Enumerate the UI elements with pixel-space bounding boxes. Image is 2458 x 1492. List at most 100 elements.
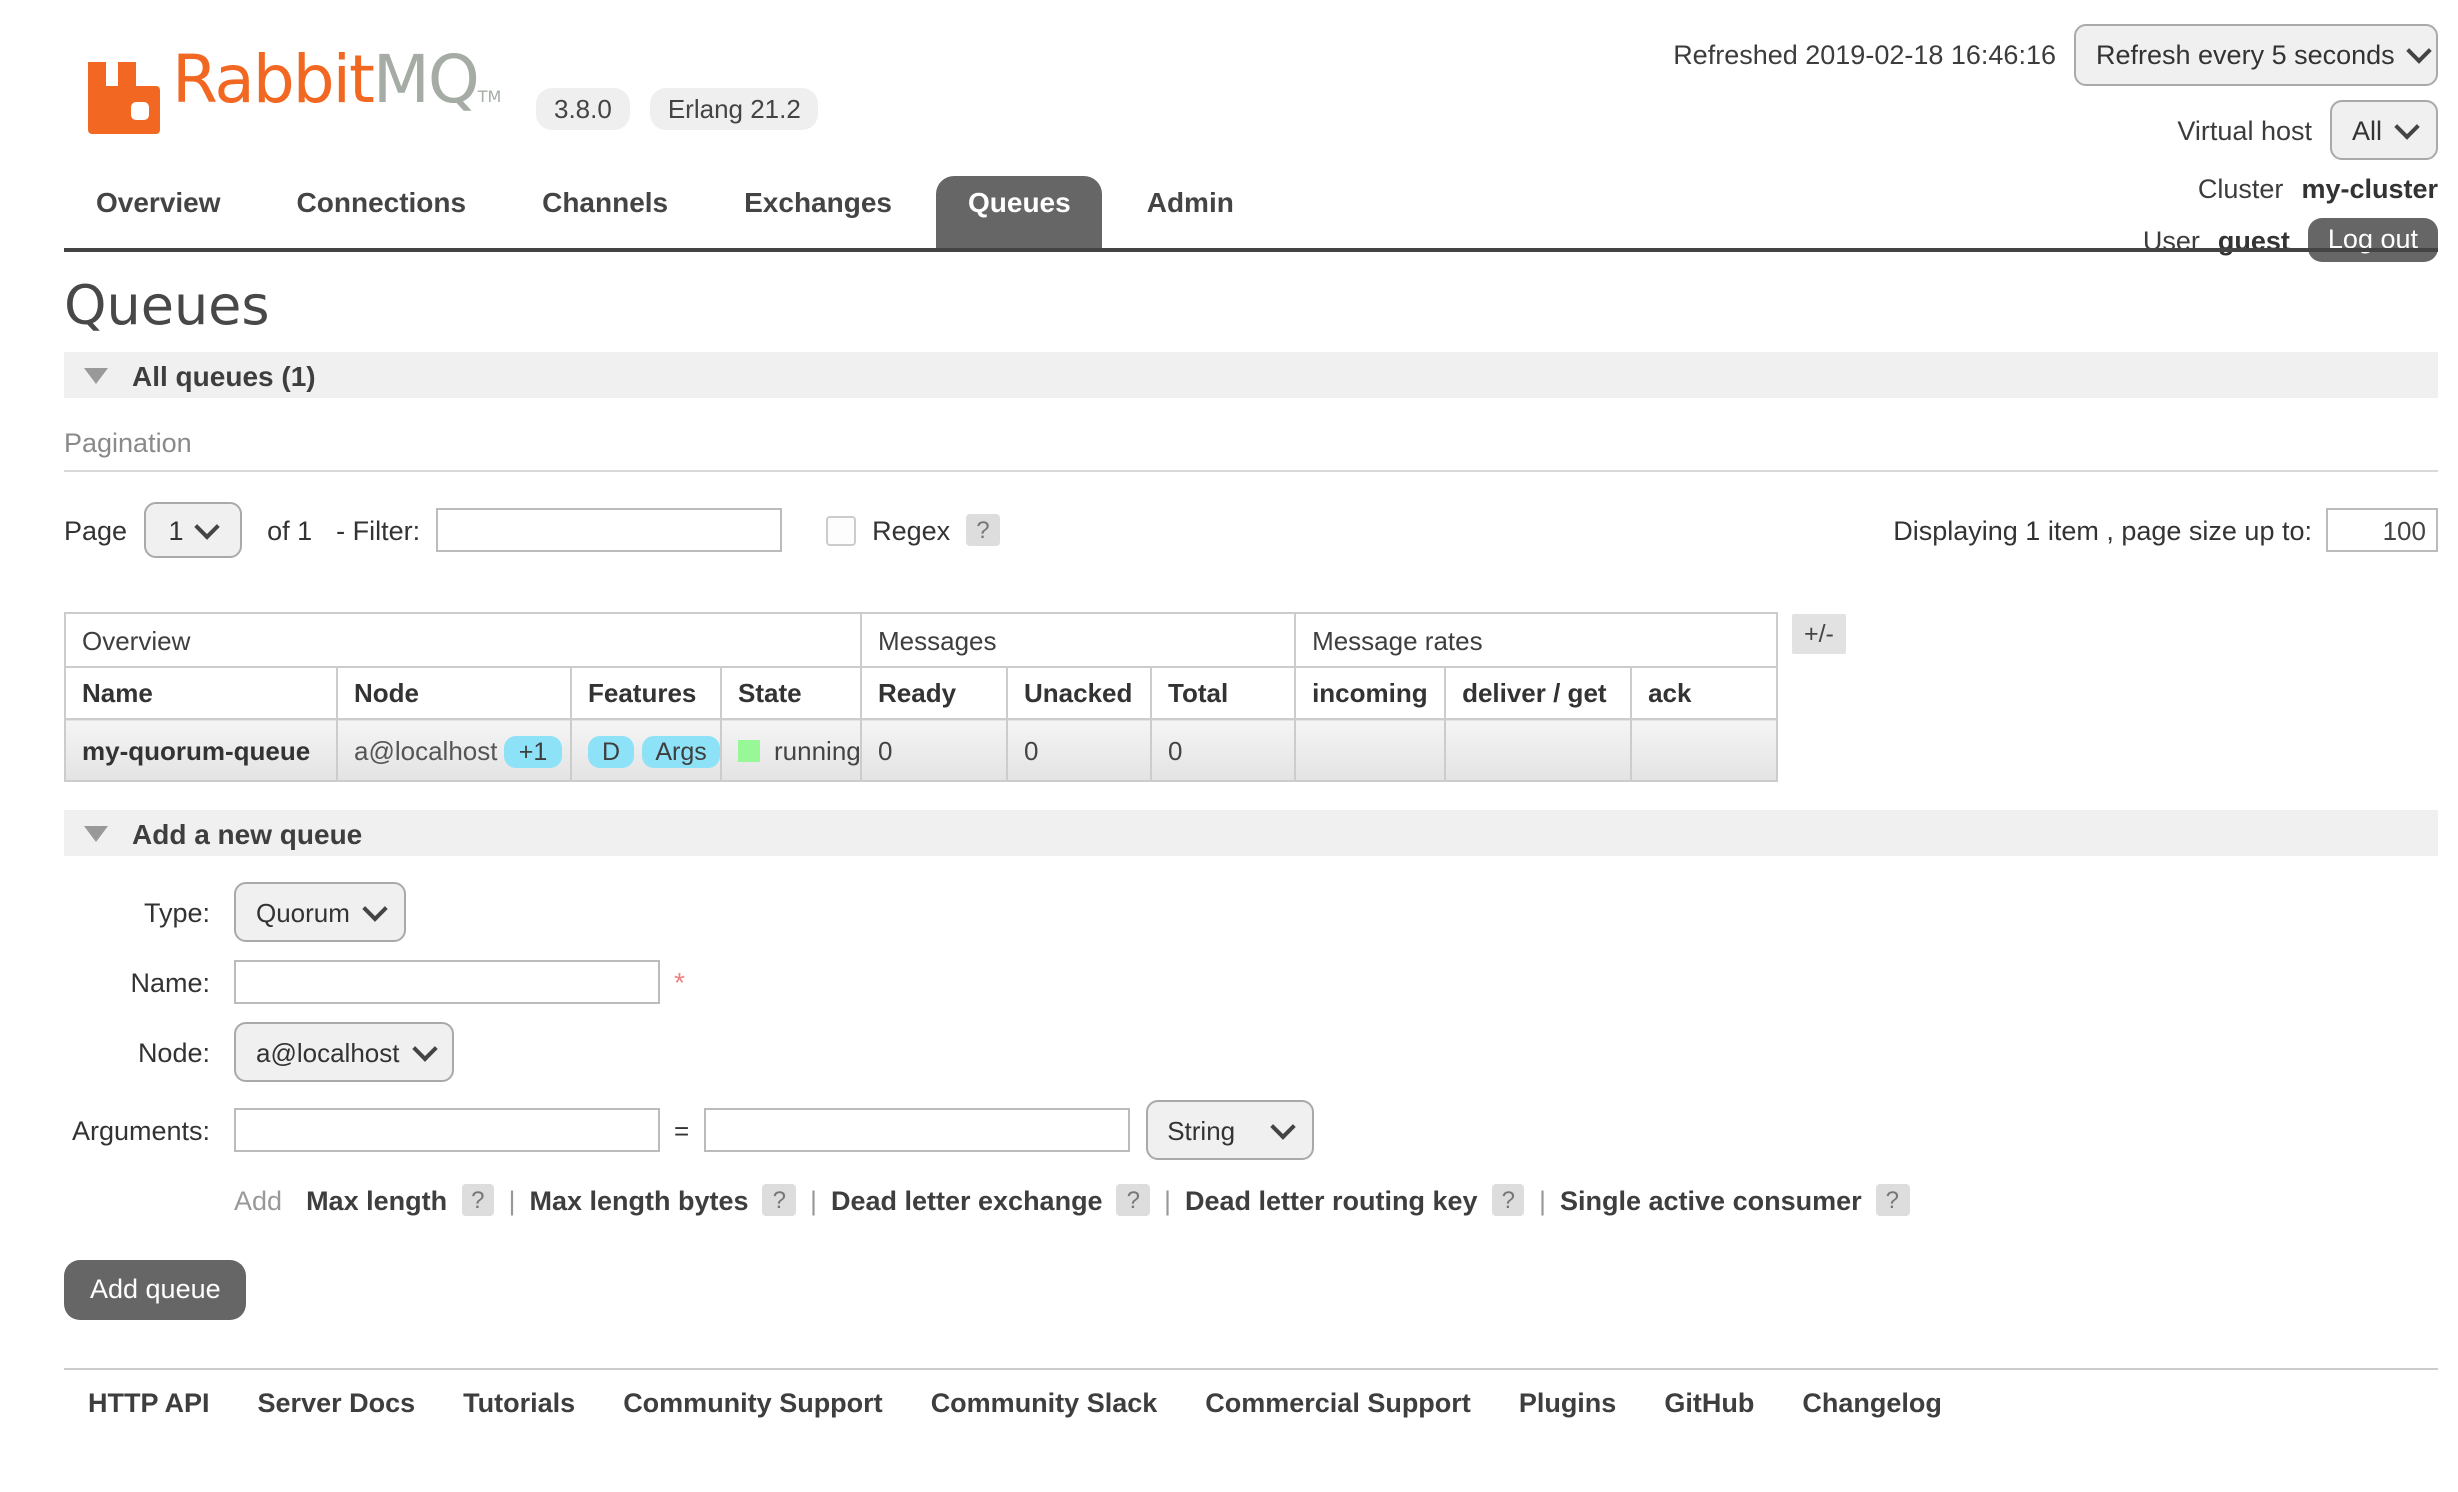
max-length-bytes-help-badge[interactable]: ? [763, 1184, 796, 1216]
col-header-unacked: Unacked [1007, 667, 1151, 719]
main-nav: Overview Connections Channels Exchanges … [64, 176, 1266, 234]
all-queues-section-title: All queues (1) [132, 359, 316, 391]
footer-links: HTTP API Server Docs Tutorials Community… [88, 1388, 2438, 1418]
chevron-down-icon [412, 1035, 437, 1060]
shortcut-single-active-consumer[interactable]: Single active consumer [1560, 1185, 1862, 1215]
brand-wordmark: RabbitMQTM [172, 44, 501, 134]
node-name: a@localhost [354, 735, 498, 765]
regex-help-badge[interactable]: ? [966, 514, 999, 546]
col-header-node: Node [337, 667, 571, 719]
refreshed-timestamp: Refreshed 2019-02-18 16:46:16 [1673, 40, 2056, 70]
rabbitmq-logo[interactable]: RabbitMQTM [88, 44, 501, 134]
arguments-row: Arguments: = String [64, 1100, 2438, 1160]
feature-args-badge[interactable]: Args [641, 735, 720, 767]
type-label: Type: [64, 897, 210, 927]
cluster-name: my-cluster [2301, 174, 2438, 204]
cell-ready: 0 [861, 719, 1007, 781]
shortcut-dead-letter-exchange[interactable]: Dead letter exchange [831, 1185, 1103, 1215]
dead-letter-routing-key-help-badge[interactable]: ? [1492, 1184, 1525, 1216]
regex-checkbox[interactable] [826, 515, 856, 545]
queue-name-link[interactable]: my-quorum-queue [82, 735, 310, 765]
add-queue-button[interactable]: Add queue [64, 1260, 247, 1320]
chevron-down-icon [194, 513, 219, 538]
footer-link-changelog[interactable]: Changelog [1802, 1388, 1942, 1418]
queue-type-select[interactable]: Quorum [234, 882, 406, 942]
brand-rabbit: Rabbit [172, 40, 373, 118]
cell-total: 0 [1151, 719, 1295, 781]
col-header-state: State [721, 667, 861, 719]
single-active-consumer-help-badge[interactable]: ? [1876, 1184, 1909, 1216]
page-select[interactable]: 1 [143, 502, 241, 558]
brand-mq: MQ [373, 40, 478, 118]
nav-tab-channels[interactable]: Channels [510, 176, 700, 234]
nav-tab-queues[interactable]: Queues [936, 176, 1103, 248]
section-collapse-icon [84, 367, 108, 383]
cell-deliver-get [1445, 719, 1631, 781]
virtual-host-value: All [2352, 115, 2382, 145]
rabbitmq-management-page: RabbitMQTM 3.8.0 Erlang 21.2 Refreshed 2… [0, 0, 2458, 1492]
version-badge: 3.8.0 [536, 88, 630, 130]
footer-link-server-docs[interactable]: Server Docs [258, 1388, 416, 1418]
refresh-interval-value: Refresh every 5 seconds [2096, 40, 2395, 70]
refresh-interval-select[interactable]: Refresh every 5 seconds [2074, 24, 2438, 86]
argument-type-select[interactable]: String [1145, 1100, 1313, 1160]
virtual-host-row: Virtual host All [2177, 100, 2438, 160]
page-size-input[interactable] [2326, 508, 2438, 552]
user-row: User guest Log out [2143, 218, 2438, 262]
group-header-messages: Messages [861, 613, 1295, 667]
version-badges: 3.8.0 Erlang 21.2 [536, 88, 819, 130]
header-controls: Refreshed 2019-02-18 16:46:16 Refresh ev… [1673, 24, 2438, 262]
all-queues-section-header[interactable]: All queues (1) [64, 352, 2438, 398]
col-header-incoming: incoming [1295, 667, 1445, 719]
nav-tab-connections[interactable]: Connections [265, 176, 499, 234]
state-text: running [774, 735, 861, 765]
cell-incoming [1295, 719, 1445, 781]
chevron-down-icon [362, 895, 387, 920]
node-row: Node: a@localhost [64, 1022, 2438, 1082]
col-header-features: Features [571, 667, 721, 719]
chevron-down-icon [2407, 38, 2432, 63]
erlang-badge: Erlang 21.2 [650, 88, 819, 130]
node-label: Node: [64, 1037, 210, 1067]
footer-link-community-support[interactable]: Community Support [623, 1388, 883, 1418]
cluster-label: Cluster [2198, 174, 2284, 204]
nav-tab-admin[interactable]: Admin [1115, 176, 1266, 234]
pagination-controls: Page 1 of 1 - Filter: Regex ? Displaying… [64, 502, 2438, 558]
queue-name-input[interactable] [234, 960, 660, 1004]
regex-label: Regex [872, 515, 950, 545]
add-queue-form: Type: Quorum Name: * Node: a@localhost [64, 882, 2438, 1320]
col-header-name: Name [65, 667, 337, 719]
shortcut-max-length-bytes[interactable]: Max length bytes [530, 1185, 749, 1215]
cell-queue-name[interactable]: my-quorum-queue [65, 719, 337, 781]
max-length-help-badge[interactable]: ? [461, 1184, 494, 1216]
add-queue-section-header[interactable]: Add a new queue [64, 810, 2438, 856]
separator: | [508, 1185, 515, 1215]
logout-button[interactable]: Log out [2308, 218, 2438, 262]
footer-link-github[interactable]: GitHub [1664, 1388, 1754, 1418]
refresh-row: Refreshed 2019-02-18 16:46:16 Refresh ev… [1673, 24, 2438, 86]
add-prefix-label: Add [234, 1185, 282, 1215]
nav-tab-overview[interactable]: Overview [64, 176, 253, 234]
page-label: Page [64, 515, 127, 545]
node-select[interactable]: a@localhost [234, 1022, 454, 1082]
footer-link-http-api[interactable]: HTTP API [88, 1388, 210, 1418]
footer-link-tutorials[interactable]: Tutorials [463, 1388, 575, 1418]
feature-durable-badge[interactable]: D [588, 735, 634, 767]
filter-input[interactable] [436, 508, 782, 552]
shortcut-dead-letter-routing-key[interactable]: Dead letter routing key [1185, 1185, 1478, 1215]
argument-key-input[interactable] [234, 1108, 660, 1152]
cell-features: D Args [571, 719, 721, 781]
virtual-host-select[interactable]: All [2330, 100, 2438, 160]
footer-link-commercial-support[interactable]: Commercial Support [1205, 1388, 1471, 1418]
nav-tab-exchanges[interactable]: Exchanges [712, 176, 924, 234]
cell-node: a@localhost +1 [337, 719, 571, 781]
page-title: Queues [64, 276, 2438, 338]
dead-letter-exchange-help-badge[interactable]: ? [1117, 1184, 1150, 1216]
column-toggle-button[interactable]: +/- [1792, 614, 1846, 654]
argument-value-input[interactable] [703, 1108, 1129, 1152]
cluster-row: Cluster my-cluster [2198, 174, 2438, 204]
footer-link-plugins[interactable]: Plugins [1519, 1388, 1617, 1418]
node-more-badge[interactable]: +1 [505, 735, 562, 767]
footer-link-community-slack[interactable]: Community Slack [931, 1388, 1158, 1418]
shortcut-max-length[interactable]: Max length [306, 1185, 447, 1215]
